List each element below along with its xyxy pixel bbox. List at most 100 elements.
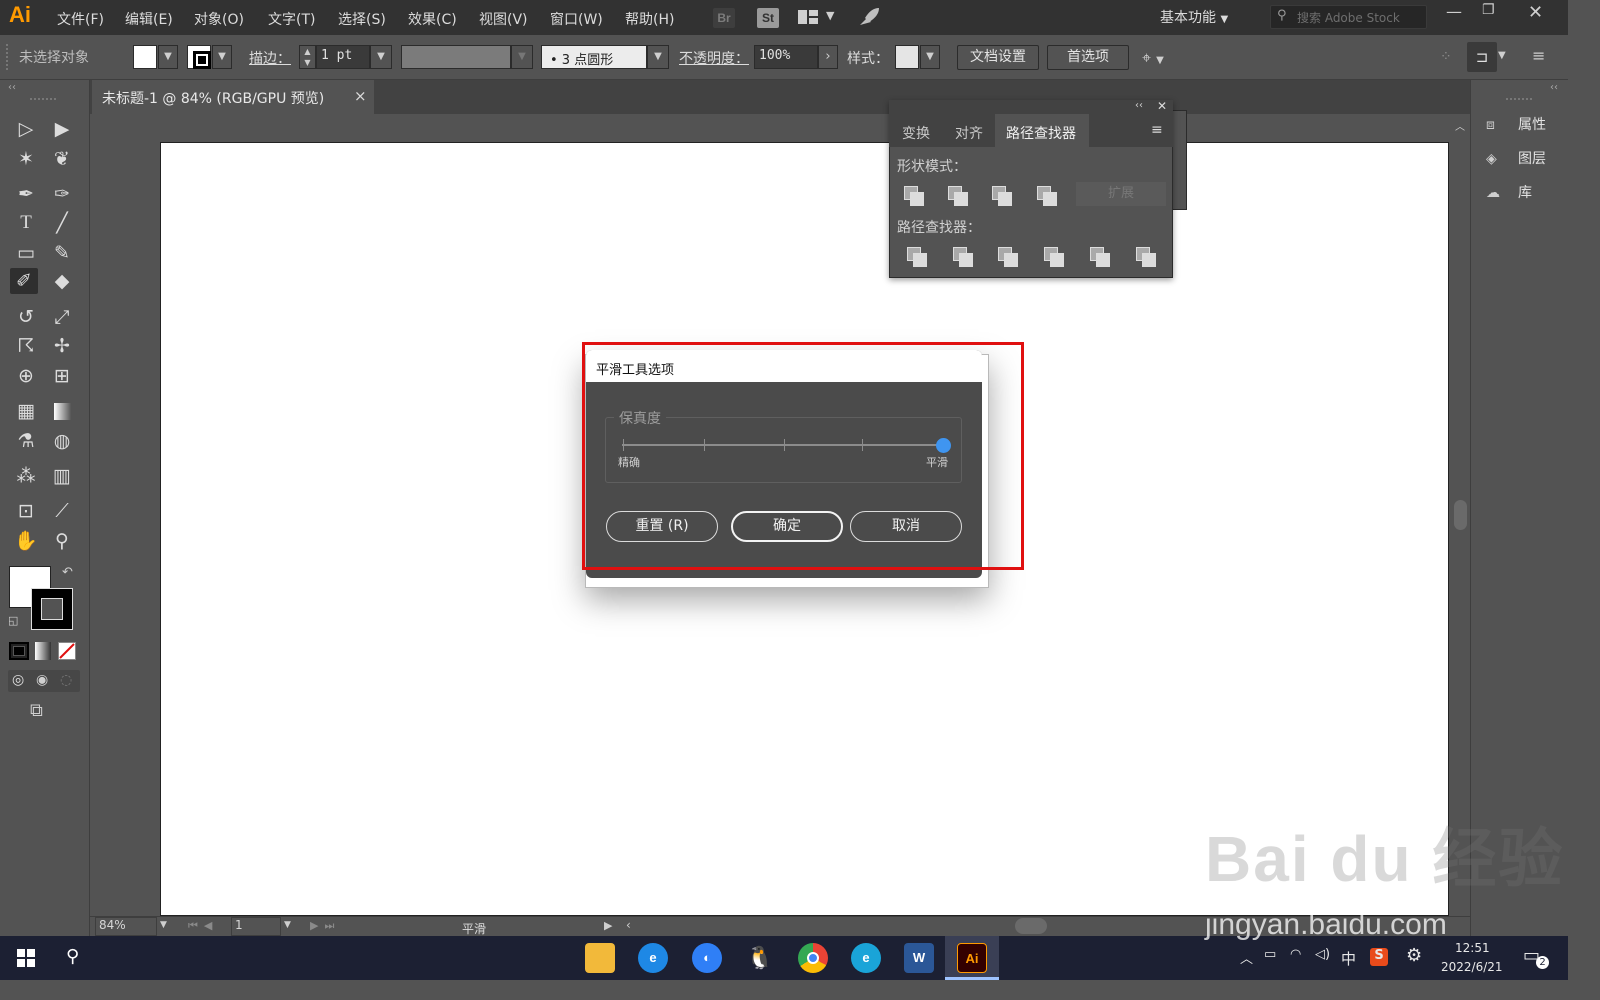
- panel-menu-icon[interactable]: ≡: [1532, 46, 1545, 65]
- gradient-tool-icon[interactable]: [48, 398, 76, 424]
- toolbar-grip-icon[interactable]: [30, 98, 56, 101]
- next-last-artboard-icon[interactable]: ▶⏭: [310, 919, 340, 933]
- libraries-panel-button[interactable]: ☁ 库: [1486, 182, 1532, 202]
- collapse-icon[interactable]: ‹‹: [1135, 100, 1143, 111]
- status-menu-icon[interactable]: ▶: [604, 919, 612, 932]
- file-explorer-icon[interactable]: [585, 943, 615, 973]
- menu-type[interactable]: 文字(T): [268, 9, 315, 29]
- draw-normal-icon[interactable]: ◎: [12, 672, 24, 688]
- fill-swatch[interactable]: [133, 45, 157, 69]
- menu-help[interactable]: 帮助(H): [625, 9, 674, 29]
- gradient-mode-icon[interactable]: [35, 642, 51, 660]
- minimize-window-button[interactable]: —: [1446, 2, 1462, 21]
- opacity-input[interactable]: 100%: [754, 45, 818, 69]
- opacity-label[interactable]: 不透明度：: [679, 48, 749, 68]
- direct-selection-tool-icon[interactable]: ▶: [48, 116, 76, 142]
- tab-transform[interactable]: 变换: [902, 123, 930, 143]
- document-tab[interactable]: 未标题-1 @ 84% (RGB/GPU 预览): [92, 80, 374, 114]
- screen-mode-icon[interactable]: ⧉: [30, 700, 43, 721]
- zoom-dropdown-icon[interactable]: ▼: [160, 920, 167, 930]
- brush-dropdown[interactable]: ▼: [647, 45, 669, 69]
- vertical-scrollbar[interactable]: ︿: [1451, 114, 1470, 916]
- color-mode-icon[interactable]: [9, 642, 29, 660]
- stroke-color-dropdown[interactable]: ▼: [212, 45, 232, 69]
- eyedropper-tool-icon[interactable]: ⚗: [12, 428, 40, 454]
- horizontal-scroll-thumb[interactable]: [1015, 918, 1047, 934]
- collapse-panel-icon[interactable]: ‹‹: [8, 82, 16, 93]
- dock-grip-icon[interactable]: [1506, 98, 1532, 101]
- type-tool-icon[interactable]: T: [12, 210, 40, 236]
- stroke-swatch[interactable]: [187, 45, 211, 69]
- brush-definition[interactable]: • 3 点圆形: [541, 45, 647, 69]
- battery-icon[interactable]: ▭: [1264, 947, 1276, 962]
- minus-back-icon[interactable]: [1136, 247, 1156, 267]
- stock-icon[interactable]: St: [757, 8, 779, 28]
- menu-window[interactable]: 窗口(W): [550, 9, 603, 29]
- panel-options-icon[interactable]: ≡: [1151, 122, 1163, 138]
- zoom-tool-icon[interactable]: ⚲: [48, 528, 76, 554]
- curvature-tool-icon[interactable]: ✑: [48, 181, 76, 207]
- paintbrush-tool-icon[interactable]: ✎: [48, 240, 76, 266]
- eraser-tool-icon[interactable]: ◆: [48, 268, 76, 294]
- rectangle-tool-icon[interactable]: ▭: [12, 240, 40, 266]
- exclude-icon[interactable]: [1037, 186, 1057, 206]
- selection-tool-icon[interactable]: ▷: [12, 116, 40, 142]
- chevron-down-icon[interactable]: ▼: [826, 9, 834, 22]
- menu-file[interactable]: 文件(F): [57, 9, 104, 29]
- sogou-ime-icon[interactable]: S: [1370, 948, 1388, 966]
- none-mode-icon[interactable]: [58, 642, 76, 660]
- artboard-number-input[interactable]: 1: [231, 917, 281, 936]
- snap-icon[interactable]: ⊐: [1467, 42, 1497, 72]
- pathfinder-titlebar[interactable]: [889, 100, 1173, 114]
- preferences-button[interactable]: 首选项: [1047, 45, 1129, 70]
- rocket-icon[interactable]: [857, 6, 881, 28]
- warp-tool-icon[interactable]: ☈: [12, 333, 40, 359]
- trim-icon[interactable]: [953, 247, 973, 267]
- stroke-color-swatch[interactable]: [31, 588, 73, 630]
- rotate-tool-icon[interactable]: ↺: [12, 304, 40, 330]
- minus-front-icon[interactable]: [948, 186, 968, 206]
- snap-dropdown-icon[interactable]: ▼: [1498, 50, 1506, 61]
- stroke-label[interactable]: 描边：: [249, 48, 291, 68]
- scale-tool-icon[interactable]: ⤢: [48, 304, 76, 330]
- graphic-style-swatch[interactable]: [895, 45, 919, 69]
- crop-icon[interactable]: [1044, 247, 1064, 267]
- illustrator-taskbar-icon[interactable]: Ai: [957, 943, 987, 973]
- properties-panel-button[interactable]: ⧈ 属性: [1486, 114, 1546, 134]
- slice-tool-icon[interactable]: ⟋: [48, 498, 76, 524]
- stroke-weight-dropdown[interactable]: ▼: [370, 45, 392, 69]
- swap-colors-icon[interactable]: ↶: [62, 565, 73, 580]
- restore-window-button[interactable]: ❐: [1482, 2, 1495, 18]
- menu-effect[interactable]: 效果(C): [408, 9, 457, 29]
- layers-panel-button[interactable]: ◈ 图层: [1486, 148, 1546, 168]
- wifi-icon[interactable]: ◠: [1290, 947, 1301, 962]
- draw-behind-icon[interactable]: ◉: [36, 672, 48, 688]
- pen-tool-icon[interactable]: ✒: [12, 181, 40, 207]
- document-setup-button[interactable]: 文档设置: [957, 45, 1039, 70]
- tab-pathfinder[interactable]: 路径查找器: [995, 114, 1089, 147]
- settings-gear-icon[interactable]: ⚙: [1406, 945, 1422, 966]
- graph-tool-icon[interactable]: ▥: [48, 463, 76, 489]
- fill-dropdown[interactable]: ▼: [158, 45, 178, 69]
- menu-edit[interactable]: 编辑(E): [125, 9, 173, 29]
- smooth-tool-icon[interactable]: ✐: [10, 268, 38, 294]
- volume-icon[interactable]: ◁): [1315, 947, 1330, 962]
- draw-inside-icon[interactable]: ◌: [60, 672, 72, 688]
- hand-tool-icon[interactable]: ✋: [12, 528, 40, 554]
- menu-select[interactable]: 选择(S): [338, 9, 386, 29]
- merge-icon[interactable]: [998, 247, 1018, 267]
- close-window-button[interactable]: ✕: [1528, 2, 1543, 23]
- windows-start-icon[interactable]: [17, 949, 35, 967]
- grid-icon[interactable]: ⁘: [1440, 49, 1452, 65]
- mesh-tool-icon[interactable]: ▦: [12, 398, 40, 424]
- line-tool-icon[interactable]: ╱: [48, 210, 76, 236]
- lasso-tool-icon[interactable]: ❦: [48, 146, 76, 172]
- ie-browser-icon[interactable]: e: [638, 943, 668, 973]
- default-colors-icon[interactable]: ◱: [8, 614, 18, 627]
- clock-date[interactable]: 2022/6/21: [1441, 960, 1503, 974]
- clock-time[interactable]: 12:51: [1455, 941, 1490, 955]
- variable-width-profile[interactable]: [401, 45, 511, 69]
- bridge-icon[interactable]: Br: [713, 8, 735, 28]
- tray-overflow-icon[interactable]: ︿: [1240, 948, 1253, 967]
- artboard-tool-icon[interactable]: ⊡: [12, 498, 40, 524]
